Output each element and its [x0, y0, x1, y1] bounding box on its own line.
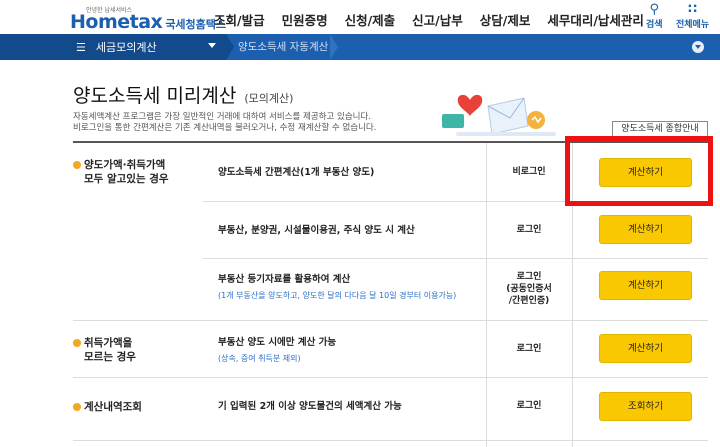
gnb-item-consult[interactable]: 상담/제보	[480, 10, 531, 29]
highlight-box	[565, 136, 713, 206]
gnb-item-lookup[interactable]: 조회/발급	[214, 10, 265, 29]
grid-menu-icon: ∷	[688, 2, 698, 17]
global-nav: 조회/발급 민원증명 신청/제출 신고/납부 상담/제보 세무대리/납세관리	[214, 10, 661, 29]
section-category: 양도가액·취득가액 모두 알고있는 경우	[84, 158, 169, 186]
hometax-logo[interactable]: 안녕한 납세서비스 Hometax 국세청홈택스	[70, 4, 226, 32]
guide-button[interactable]: 양도소득세 종합안내	[612, 121, 708, 137]
search-label: 검색	[646, 20, 663, 30]
category-line: 양도가액·취득가액	[84, 159, 166, 171]
section-category: 계산내역조회	[84, 400, 142, 414]
row-title: 부동산 양도 시에만 계산 가능	[218, 337, 337, 348]
hamburger-icon: ☰	[76, 40, 86, 54]
login-line: (공동인증서	[506, 284, 552, 294]
inquiry-button[interactable]: 조회하기	[599, 392, 692, 421]
gnb-item-apply[interactable]: 신청/제출	[345, 10, 396, 29]
logo-tagline: 안녕한 납세서비스	[86, 7, 133, 14]
category-line: 취득가액을	[84, 337, 133, 349]
row-subtitle: (1개 부동산을 양도하고, 양도한 달의 다다음 달 10일 경부터 이용가능…	[218, 291, 457, 300]
login-requirement: 로그인	[516, 225, 542, 235]
calculate-button[interactable]: 계산하기	[599, 271, 692, 300]
row-divider	[203, 258, 708, 259]
expand-icon[interactable]	[692, 41, 704, 53]
sub-navbar: ☰ 세금모의계산 양도소득세 자동계산	[0, 34, 720, 60]
section-divider	[73, 320, 708, 321]
login-requirement: 로그인 (공동인증서 /간편인증)	[486, 271, 572, 307]
category-line: 모르는 경우	[84, 351, 136, 363]
mail-heart-illustration	[442, 94, 556, 136]
search-icon: ⚲	[649, 2, 660, 17]
bullet-icon	[73, 339, 81, 347]
calculate-button[interactable]: 계산하기	[599, 215, 692, 244]
page-title-text: 양도소득세 미리계산	[73, 85, 237, 107]
login-requirement: 로그인	[516, 401, 542, 411]
login-requirement: 비로그인	[512, 167, 546, 177]
row-title: 부동산, 분양권, 시설물이용권, 주식 양도 시 계산	[218, 225, 415, 236]
all-menu-label: 전체메뉴	[676, 20, 710, 30]
category-line: 계산내역조회	[84, 401, 142, 413]
section-divider	[73, 377, 708, 378]
bullet-icon	[73, 403, 81, 411]
caret-down-icon	[208, 43, 216, 48]
row-subtitle: (상속, 증여 취득분 제외)	[218, 354, 301, 363]
login-line: 로그인	[516, 272, 542, 282]
page-description: 자동세액계산 프로그램은 가장 일반적인 거래에 대하여 서비스를 제공하고 있…	[73, 112, 376, 134]
page-title: 양도소득세 미리계산 (모의계산)	[73, 81, 293, 108]
page-subtitle: (모의계산)	[244, 92, 294, 105]
login-requirement: 로그인	[516, 344, 542, 354]
global-header: 안녕한 납세서비스 Hometax 국세청홈택스 조회/발급 민원증명 신청/제…	[0, 0, 720, 34]
category-line: 모두 알고있는 경우	[84, 173, 169, 185]
calculate-button[interactable]: 계산하기	[599, 334, 692, 363]
nav-separator	[226, 34, 234, 60]
gnb-item-agent[interactable]: 세무대리/납세관리	[547, 10, 644, 29]
search-button[interactable]: ⚲ 검색	[646, 2, 663, 31]
bullet-icon	[73, 161, 81, 169]
row-title: 기 입력된 2개 이상 양도물건의 세액계산 가능	[218, 401, 402, 412]
desc-line: 자동세액계산 프로그램은 가장 일반적인 거래에 대하여 서비스를 제공하고 있…	[73, 112, 372, 122]
menu-dropdown[interactable]: ☰ 세금모의계산	[0, 34, 226, 60]
menu-dropdown-label: 세금모의계산	[95, 41, 157, 54]
section-divider	[73, 440, 708, 441]
section-category: 취득가액을 모르는 경우	[84, 336, 136, 364]
row-title: 양도소득세 간편계산(1개 부동산 양도)	[218, 167, 375, 178]
all-menu-button[interactable]: ∷ 전체메뉴	[676, 2, 710, 31]
gnb-item-certificate[interactable]: 민원증명	[282, 10, 328, 29]
logo-wordmark: Hometax	[70, 11, 163, 33]
breadcrumb[interactable]: 양도소득세 자동계산	[238, 34, 328, 60]
gnb-item-report[interactable]: 신고/납부	[412, 10, 463, 29]
nav-separator	[330, 34, 338, 60]
login-line: /간편인증)	[508, 296, 550, 306]
row-title: 부동산 등기자료를 활용하여 계산	[218, 274, 351, 285]
desc-line: 비로그인을 통한 간편계산은 기존 계산내역을 불러오거나, 수정 재계산할 수…	[73, 123, 377, 133]
